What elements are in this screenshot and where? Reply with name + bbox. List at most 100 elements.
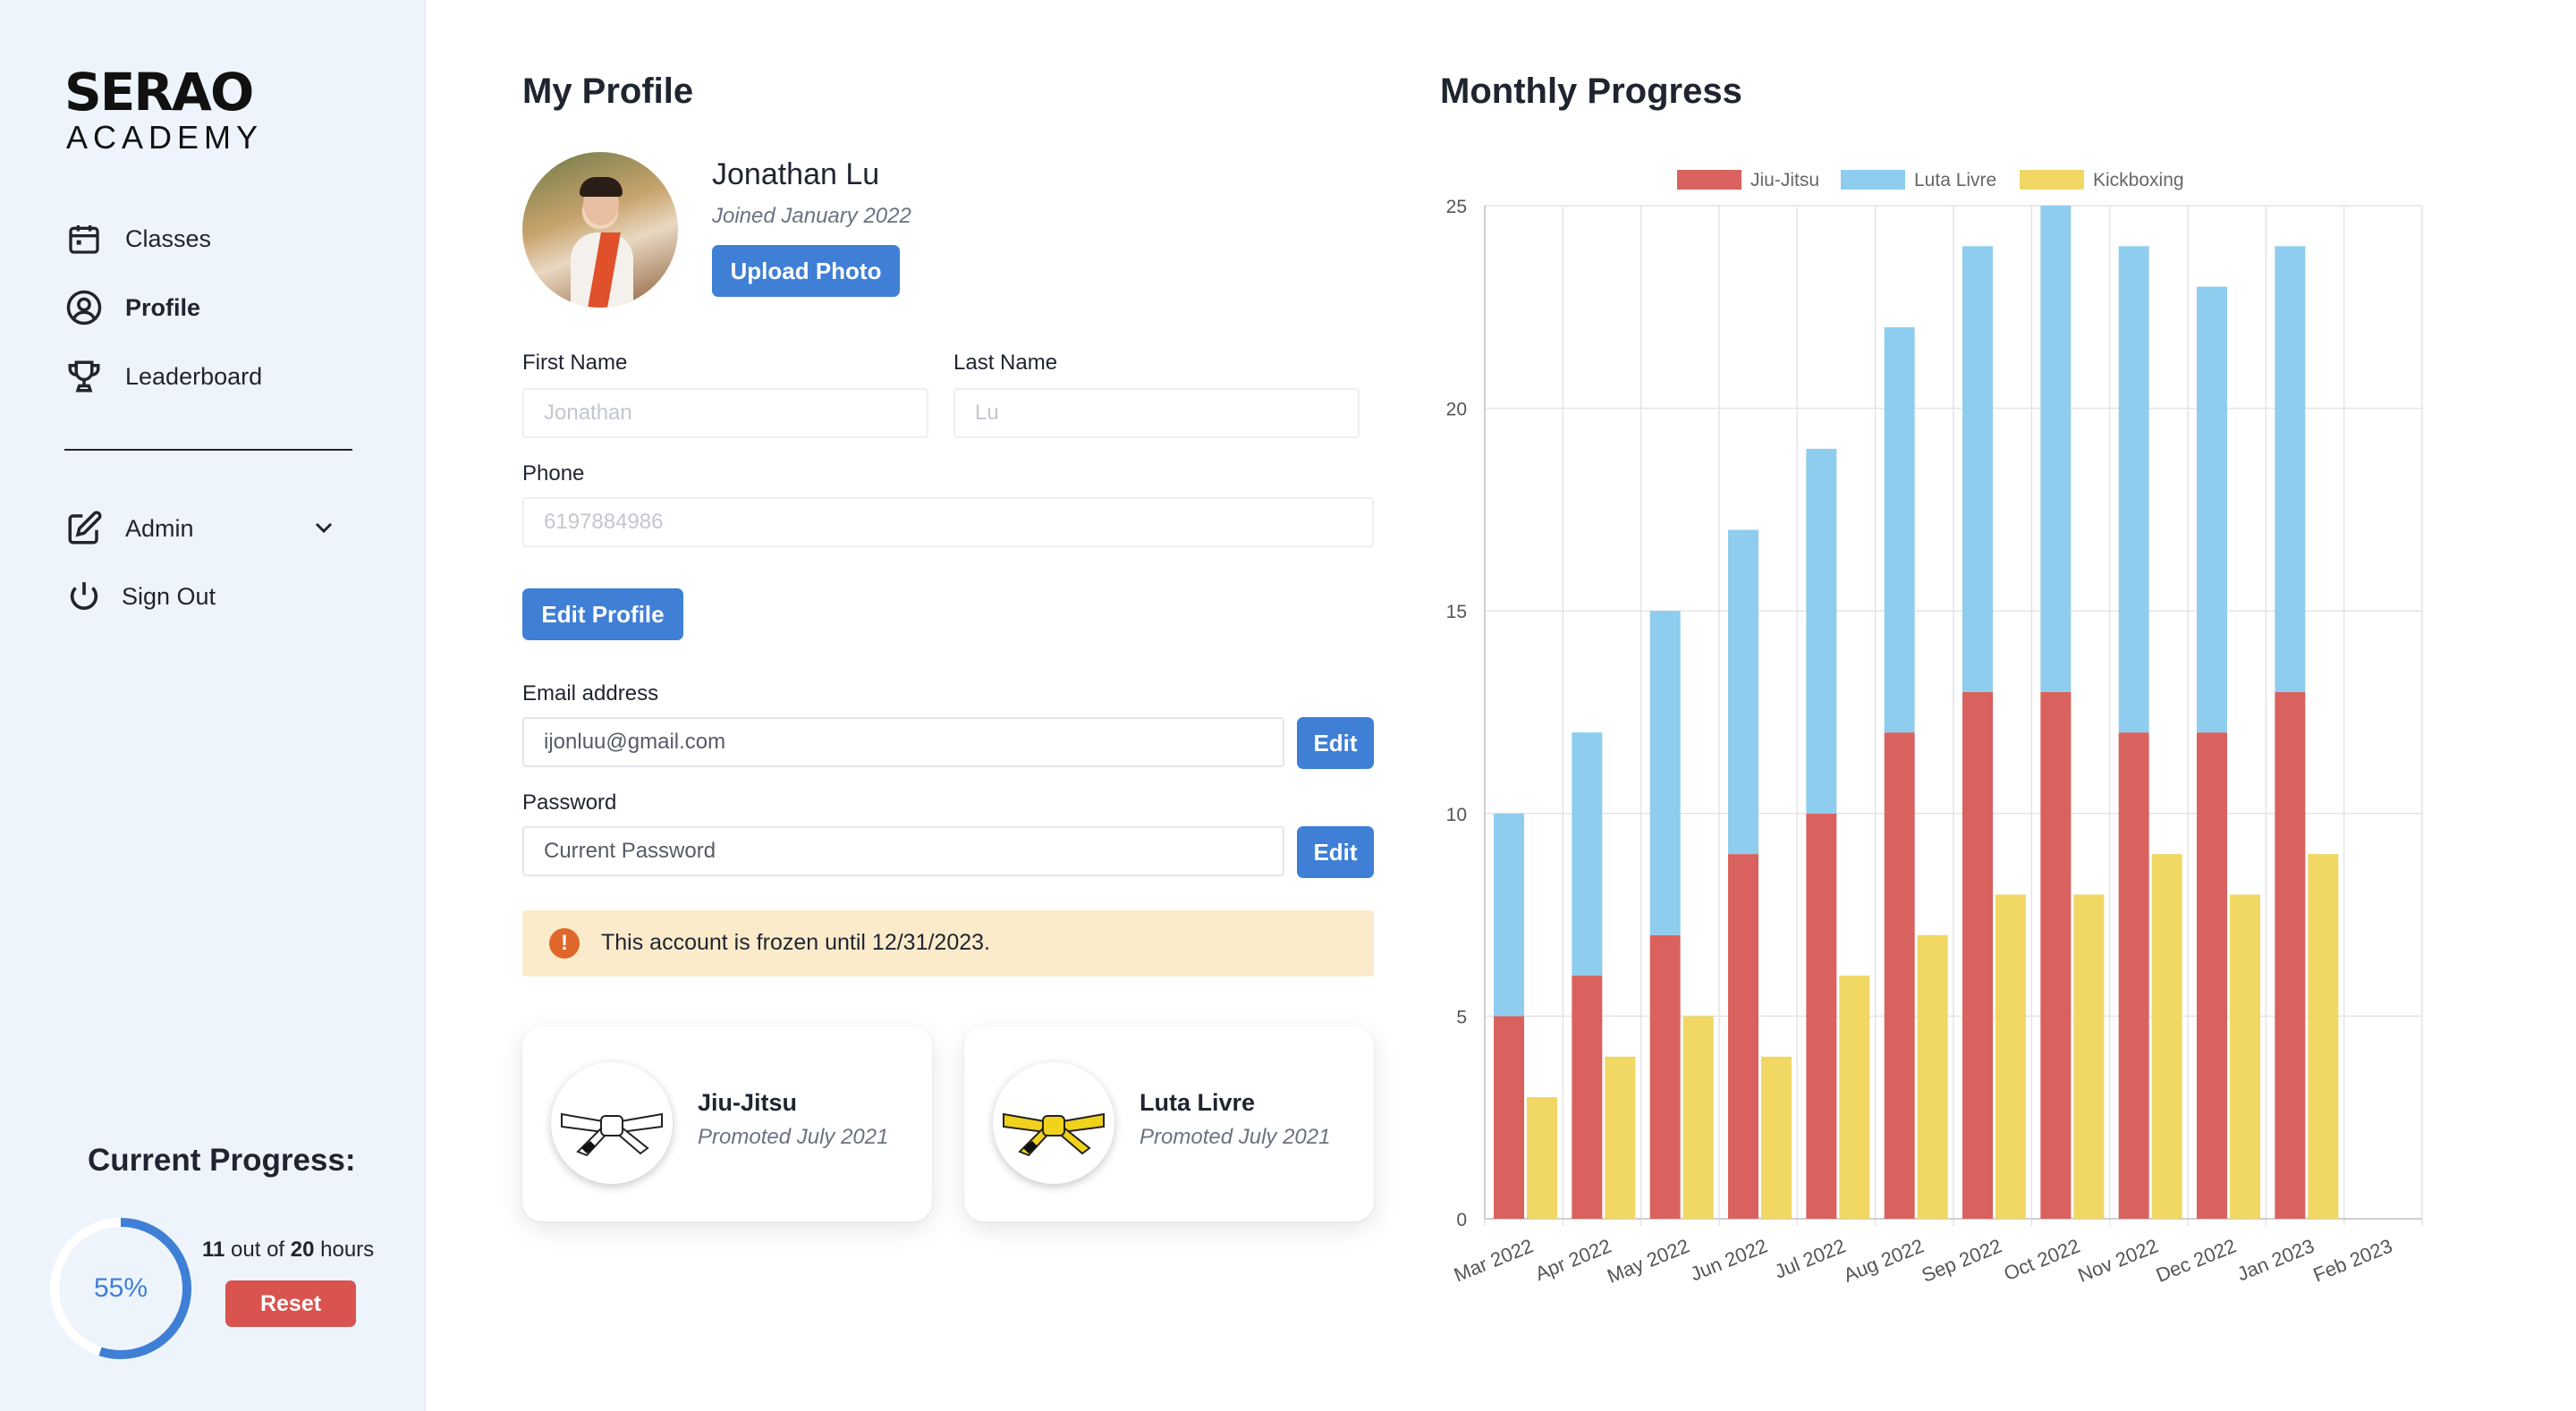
bar-luta-livre	[1572, 732, 1603, 976]
bar-luta-livre	[1494, 813, 1524, 1017]
alert-text: This account is frozen until 12/31/2023.	[601, 930, 990, 955]
y-tick-label: 25	[1446, 197, 1467, 217]
edit-profile-button[interactable]: Edit Profile	[522, 588, 683, 640]
x-tick-label: Sep 2022	[1919, 1234, 2005, 1286]
y-tick-label: 15	[1446, 602, 1467, 622]
legend-label: Kickboxing	[2093, 170, 2184, 190]
x-tick-label: Jun 2022	[1687, 1234, 1770, 1285]
power-icon	[64, 577, 104, 616]
logo-wordmark-bottom: ACADEMY	[66, 119, 264, 156]
bar-jiu-jitsu	[2275, 691, 2306, 1219]
last-name-label: Last Name	[953, 351, 1058, 375]
bar-luta-livre	[1728, 529, 1758, 855]
bar-jiu-jitsu	[1572, 976, 1603, 1219]
email-label: Email address	[522, 681, 659, 706]
first-name-field[interactable]: Jonathan	[522, 388, 928, 438]
trophy-icon	[64, 357, 104, 396]
bar-jiu-jitsu	[2040, 691, 2072, 1219]
warning-icon: !	[549, 928, 580, 959]
reset-button[interactable]: Reset	[225, 1280, 356, 1327]
page-title: My Profile	[522, 72, 694, 111]
chevron-down-icon[interactable]	[309, 513, 338, 542]
sidebar-item-label: Leaderboard	[125, 362, 263, 390]
sidebar-item-profile[interactable]: Profile	[64, 283, 200, 333]
belt-date: Promoted July 2021	[1140, 1125, 1331, 1149]
bar-jiu-jitsu	[1806, 813, 1837, 1219]
bar-jiu-jitsu	[2197, 732, 2227, 1219]
sign-out-button[interactable]: Sign Out	[64, 571, 216, 621]
bar-jiu-jitsu	[1728, 854, 1758, 1219]
sidebar-item-label: Sign Out	[122, 582, 216, 610]
edit-email-button[interactable]: Edit	[1297, 717, 1374, 769]
edit-password-button[interactable]: Edit	[1297, 826, 1374, 878]
legend-label: Jiu-Jitsu	[1750, 170, 1819, 190]
belt-name: Jiu-Jitsu	[698, 1089, 798, 1116]
hours-completed: 11	[202, 1238, 225, 1262]
legend-swatch	[1677, 170, 1741, 190]
bar-luta-livre	[2040, 206, 2072, 692]
belt-card-jiu-jitsu[interactable]: Jiu-Jitsu Promoted July 2021	[522, 1027, 932, 1221]
progress-hours: 11 out of 20 hours	[202, 1238, 374, 1263]
x-tick-label: Mar 2022	[1451, 1234, 1537, 1286]
belt-badge	[993, 1062, 1114, 1184]
phone-field[interactable]: 6197884986	[522, 497, 1374, 547]
x-tick-label: Feb 2023	[2310, 1234, 2396, 1286]
calendar-icon	[64, 219, 104, 258]
bar-luta-livre	[2197, 286, 2227, 733]
x-tick-label: Nov 2022	[2075, 1234, 2162, 1286]
bar-luta-livre	[2275, 246, 2306, 692]
sidebar-item-admin[interactable]: Admin	[64, 503, 194, 553]
bar-jiu-jitsu	[2118, 732, 2149, 1219]
x-tick-label: Dec 2022	[2153, 1234, 2240, 1286]
first-name-label: First Name	[522, 351, 628, 375]
y-tick-label: 10	[1446, 805, 1467, 825]
user-circle-icon	[64, 288, 104, 327]
bar-kickboxing	[1527, 1097, 1557, 1219]
hours-mid: out of	[231, 1238, 285, 1262]
bar-kickboxing	[1839, 976, 1870, 1219]
sidebar-item-label: Admin	[125, 514, 194, 542]
bar-kickboxing	[2151, 854, 2182, 1219]
x-tick-label: Jul 2022	[1771, 1234, 1848, 1282]
bar-kickboxing	[1917, 934, 1948, 1219]
x-tick-label: Jan 2023	[2234, 1234, 2318, 1285]
x-tick-label: May 2022	[1604, 1234, 1692, 1287]
bar-jiu-jitsu	[1884, 732, 1915, 1219]
x-tick-label: Apr 2022	[1532, 1234, 1614, 1285]
bar-jiu-jitsu	[1494, 1016, 1524, 1219]
x-tick-label: Oct 2022	[2001, 1234, 2083, 1285]
password-label: Password	[522, 790, 617, 815]
bar-luta-livre	[1884, 326, 1915, 733]
yellow-belt-icon	[1003, 1112, 1105, 1157]
serao-academy-logo[interactable]: SERAO ACADEMY	[64, 66, 258, 156]
current-progress-title: Current Progress:	[88, 1143, 356, 1178]
frozen-account-alert: ! This account is frozen until 12/31/202…	[522, 910, 1374, 976]
belt-name: Luta Livre	[1140, 1089, 1256, 1116]
y-tick-label: 20	[1446, 400, 1467, 420]
bar-jiu-jitsu	[1962, 691, 1993, 1219]
bar-kickboxing	[1996, 894, 2026, 1219]
y-tick-label: 5	[1456, 1007, 1467, 1027]
bar-kickboxing	[1682, 1016, 1714, 1219]
edit-icon	[64, 509, 104, 548]
sidebar-item-leaderboard[interactable]: Leaderboard	[64, 351, 262, 401]
sidebar-item-classes[interactable]: Classes	[64, 214, 211, 264]
legend-swatch	[2020, 170, 2084, 190]
sidebar-item-label: Profile	[125, 293, 201, 321]
upload-photo-button[interactable]: Upload Photo	[712, 245, 900, 297]
bar-kickboxing	[2073, 894, 2105, 1219]
hours-suffix: hours	[320, 1238, 375, 1262]
legend-label: Luta Livre	[1914, 170, 1996, 190]
email-field[interactable]: ijonluu@gmail.com	[522, 717, 1284, 767]
sidebar: SERAO ACADEMY Classes Profile Leaderboar…	[0, 0, 426, 1411]
belt-date: Promoted July 2021	[698, 1125, 889, 1149]
last-name-field[interactable]: Lu	[953, 388, 1360, 438]
bar-kickboxing	[2230, 894, 2260, 1219]
chart-title: Monthly Progress	[1440, 72, 1742, 111]
bar-luta-livre	[1962, 246, 1993, 692]
belt-card-luta-livre[interactable]: Luta Livre Promoted July 2021	[964, 1027, 1374, 1221]
x-tick-label: Aug 2022	[1840, 1234, 1927, 1286]
password-field[interactable]: Current Password	[522, 826, 1284, 876]
bar-kickboxing	[1761, 1056, 1792, 1219]
hours-total: 20	[290, 1238, 315, 1262]
